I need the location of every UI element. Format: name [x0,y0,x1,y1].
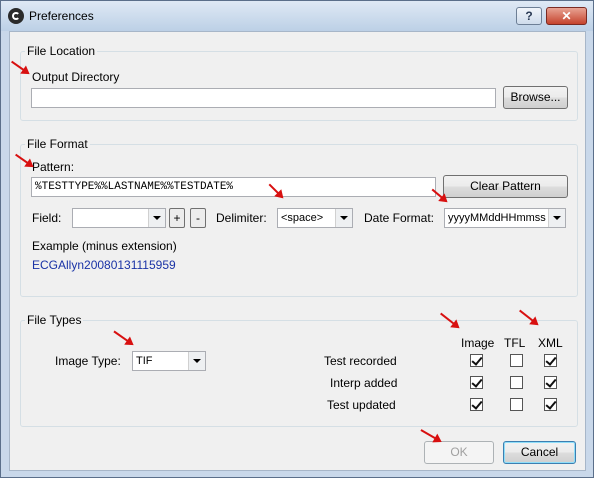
chevron-down-icon[interactable] [548,209,565,227]
date-format-select[interactable]: yyyyMMddHHmmss [444,208,566,228]
file-types-group: File Types [20,313,578,427]
pattern-input[interactable]: %TESTTYPE%%LASTNAME%%TESTDATE% [31,177,436,197]
chevron-down-icon[interactable] [148,209,165,227]
output-directory-label: Output Directory [32,70,120,84]
dialog-body: File Location Output Directory Browse...… [9,31,586,471]
checkbox-interp-image[interactable] [470,376,483,389]
help-button[interactable]: ? [516,7,542,25]
checkbox-recorded-image[interactable] [470,354,483,367]
file-format-legend: File Format [27,137,88,151]
delimiter-select-value: <space> [281,212,324,224]
column-header-xml: XML [538,336,563,350]
delimiter-select[interactable]: <space> [277,208,353,228]
image-type-select[interactable]: TIF [132,351,206,371]
add-field-button[interactable]: + [169,208,185,228]
remove-field-button[interactable]: - [190,208,206,228]
image-type-select-value: TIF [136,355,153,367]
checkbox-recorded-tfl[interactable] [510,354,523,367]
row-label-interp-added: Interp added [330,376,398,390]
delimiter-label: Delimiter: [216,211,267,225]
pattern-label: Pattern: [32,160,75,174]
file-location-legend: File Location [27,44,96,58]
file-types-legend: File Types [27,313,82,327]
window-title: Preferences [29,9,94,23]
browse-button[interactable]: Browse... [503,86,568,109]
checkbox-updated-xml[interactable] [544,398,557,411]
checkbox-interp-tfl[interactable] [510,376,523,389]
app-logo-icon [8,8,24,24]
row-label-test-recorded: Test recorded [324,354,397,368]
field-select[interactable] [72,208,166,228]
column-header-image: Image [461,336,495,350]
clear-pattern-button[interactable]: Clear Pattern [443,175,568,198]
chevron-down-icon[interactable] [188,352,205,370]
example-label: Example (minus extension) [32,239,177,253]
cancel-button[interactable]: Cancel [503,441,576,464]
ok-button[interactable]: OK [424,441,494,464]
output-directory-input[interactable] [31,88,496,108]
title-bar: Preferences ? ✕ [1,1,593,31]
date-format-label: Date Format: [364,211,435,225]
checkbox-updated-tfl[interactable] [510,398,523,411]
row-label-test-updated: Test updated [327,398,396,412]
checkbox-updated-image[interactable] [470,398,483,411]
preferences-window: Preferences ? ✕ File Location Output Dir… [0,0,594,478]
checkbox-recorded-xml[interactable] [544,354,557,367]
checkbox-interp-xml[interactable] [544,376,557,389]
image-type-label: Image Type: [55,354,121,368]
date-format-select-value: yyyyMMddHHmmss [448,212,546,224]
field-label: Field: [32,211,62,225]
chevron-down-icon[interactable] [335,209,352,227]
close-button[interactable]: ✕ [546,7,587,25]
example-value: ECGAllyn20080131115959 [32,258,176,272]
column-header-tfl: TFL [504,336,526,350]
